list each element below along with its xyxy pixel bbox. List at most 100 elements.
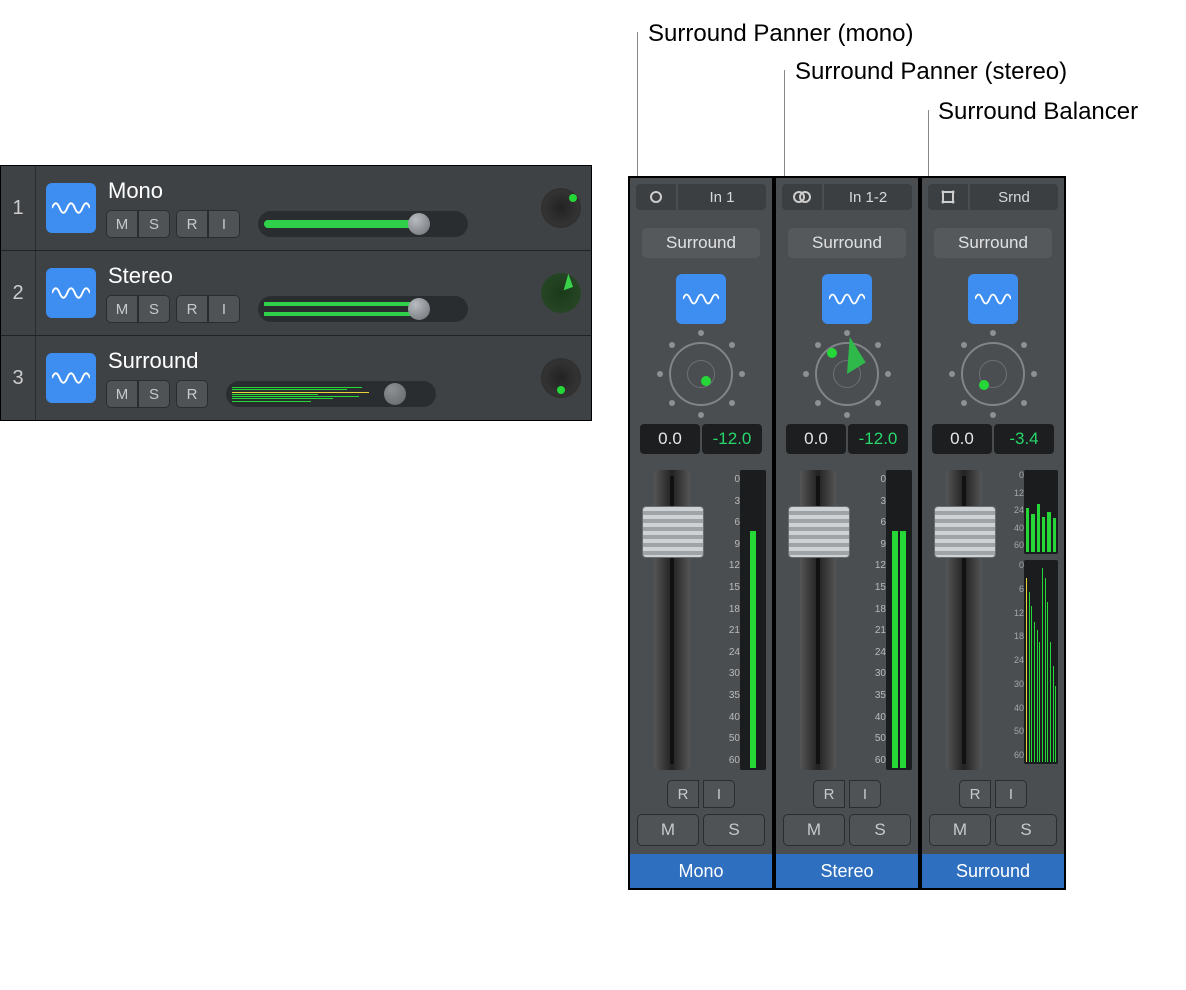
mute-button[interactable]: M [106, 380, 138, 408]
strip-name[interactable]: Stereo [776, 854, 918, 888]
input-monitor-button[interactable]: I [849, 780, 881, 808]
record-enable-button[interactable]: R [667, 780, 699, 808]
mute-button[interactable]: M [929, 814, 991, 846]
input-selector[interactable]: In 1-2 [824, 184, 912, 210]
panner-puck[interactable] [827, 348, 837, 358]
channel-mode-button[interactable] [636, 184, 676, 210]
level-meter [740, 470, 766, 770]
mono-icon [649, 190, 663, 204]
send-button[interactable]: Surround [642, 228, 760, 258]
track-name[interactable]: Mono [106, 178, 531, 204]
pan-knob[interactable] [539, 186, 583, 230]
input-monitor-button[interactable]: I [208, 295, 240, 323]
input-selector[interactable]: In 1 [678, 184, 766, 210]
send-button[interactable]: Surround [788, 228, 906, 258]
strip-name[interactable]: Surround [922, 854, 1064, 888]
fader-area: 0 12 24 40 60 0 6 [922, 470, 1064, 770]
volume-slider[interactable] [258, 296, 468, 322]
mixer-area: In 1 Surround 0.0 -12.0 [628, 176, 1066, 890]
mute-button[interactable]: M [106, 295, 138, 323]
record-enable-button[interactable]: R [813, 780, 845, 808]
solo-button[interactable]: S [138, 295, 170, 323]
volume-slider[interactable] [258, 211, 468, 237]
callout-balancer: Surround Balancer [938, 98, 1138, 126]
surround-balancer[interactable] [949, 330, 1037, 418]
waveform-icon[interactable] [46, 353, 96, 403]
record-enable-button[interactable]: R [959, 780, 991, 808]
track-body: Mono M S R I [106, 178, 531, 238]
waveform-icon[interactable] [46, 268, 96, 318]
track-body: Stereo M S R I [106, 263, 531, 323]
solo-button[interactable]: S [849, 814, 911, 846]
surround-panner[interactable] [803, 330, 891, 418]
waveform-icon[interactable] [822, 274, 872, 324]
volume-fill [264, 220, 414, 228]
stereo-icon [793, 190, 811, 204]
channel-strip: In 1 Surround 0.0 -12.0 [630, 178, 772, 888]
track-body: Surround M S R [106, 348, 531, 408]
callout-panner-stereo: Surround Panner (stereo) [795, 58, 1067, 86]
track-button-row: M S R [106, 380, 531, 408]
peak-readout[interactable]: -12.0 [848, 424, 908, 454]
input-monitor-button[interactable]: I [208, 210, 240, 238]
solo-button[interactable]: S [138, 380, 170, 408]
strip-name[interactable]: Mono [630, 854, 772, 888]
fader-cap[interactable] [642, 506, 704, 558]
meter-scale: 03 69 1215 1821 2430 3540 5060 [864, 470, 886, 770]
mute-button[interactable]: M [637, 814, 699, 846]
waveform-icon-svg [683, 289, 719, 309]
surround-panner[interactable] [657, 330, 745, 418]
surround-multimeter [232, 387, 376, 401]
io-bar: In 1 [636, 184, 766, 210]
track-name[interactable]: Surround [106, 348, 531, 374]
fader-cap[interactable] [934, 506, 996, 558]
track-row[interactable]: 1 Mono M S R I [1, 166, 591, 251]
meter-scale: 03 69 1215 1821 2430 3540 5060 [718, 470, 740, 770]
track-number: 2 [1, 251, 36, 335]
ri-row: R I [667, 780, 735, 808]
channel-strip: Srnd Surround 0.0 -3.4 [922, 178, 1064, 888]
solo-button[interactable]: S [995, 814, 1057, 846]
panner-puck[interactable] [979, 380, 989, 390]
panner-puck[interactable] [701, 376, 711, 386]
fader-area: 03 69 1215 1821 2430 3540 5060 [630, 470, 772, 770]
solo-button[interactable]: S [703, 814, 765, 846]
gain-readout[interactable]: 0.0 [640, 424, 700, 454]
volume-knob[interactable] [384, 383, 406, 405]
track-row[interactable]: 2 Stereo M S R I [1, 251, 591, 336]
gain-readout[interactable]: 0.0 [932, 424, 992, 454]
volume-slider[interactable] [226, 381, 436, 407]
surround-icon [941, 190, 955, 204]
input-monitor-button[interactable]: I [995, 780, 1027, 808]
record-button[interactable]: R [176, 380, 208, 408]
waveform-icon-svg [52, 197, 90, 219]
channel-mode-button[interactable] [928, 184, 968, 210]
pan-dot [569, 194, 577, 202]
track-row[interactable]: 3 Surround M S R [1, 336, 591, 420]
track-name[interactable]: Stereo [106, 263, 531, 289]
gain-readout[interactable]: 0.0 [786, 424, 846, 454]
mute-button[interactable]: M [783, 814, 845, 846]
mute-button[interactable]: M [106, 210, 138, 238]
track-number: 1 [1, 166, 36, 250]
pan-knob[interactable] [539, 356, 583, 400]
send-button[interactable]: Surround [934, 228, 1052, 258]
fader-cap[interactable] [788, 506, 850, 558]
record-button[interactable]: R [176, 210, 208, 238]
waveform-icon[interactable] [46, 183, 96, 233]
waveform-icon[interactable] [968, 274, 1018, 324]
peak-readout[interactable]: -12.0 [702, 424, 762, 454]
waveform-icon[interactable] [676, 274, 726, 324]
pan-knob[interactable] [539, 271, 583, 315]
input-selector[interactable]: Srnd [970, 184, 1058, 210]
input-monitor-button[interactable]: I [703, 780, 735, 808]
channel-mode-button[interactable] [782, 184, 822, 210]
pan-dot [557, 386, 565, 394]
record-button[interactable]: R [176, 295, 208, 323]
surround-output-meter: 0 12 24 40 60 0 6 [1004, 470, 1058, 764]
volume-knob[interactable] [408, 213, 430, 235]
waveform-icon-svg [52, 367, 90, 389]
peak-readout[interactable]: -3.4 [994, 424, 1054, 454]
volume-knob[interactable] [408, 298, 430, 320]
solo-button[interactable]: S [138, 210, 170, 238]
